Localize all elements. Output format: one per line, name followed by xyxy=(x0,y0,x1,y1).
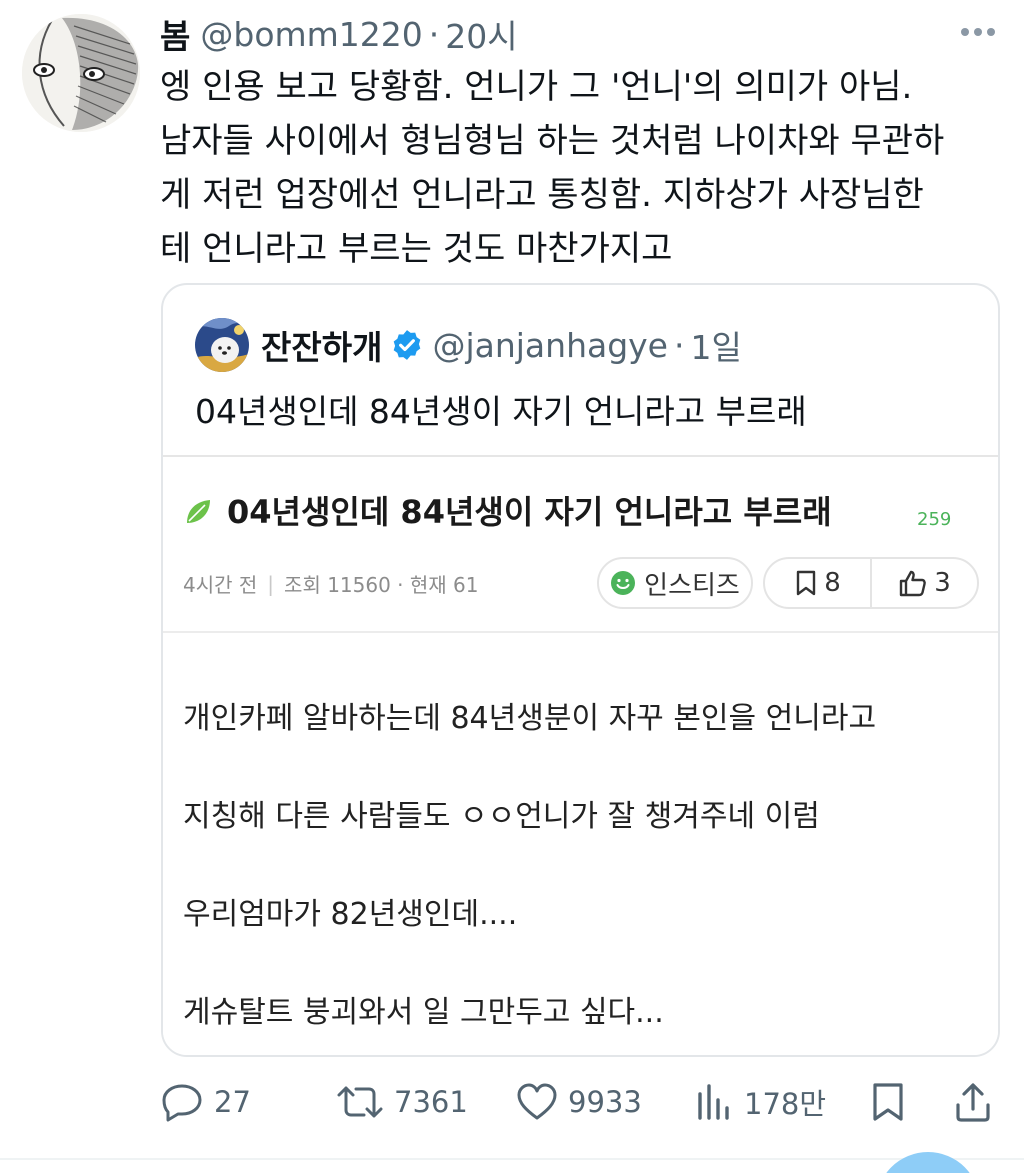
quote-header-separator: · xyxy=(673,325,685,365)
quote-avatar[interactable] xyxy=(195,318,249,372)
retweet-icon xyxy=(337,1086,383,1118)
post-body-line: 우리엄마가 82년생인데.... xyxy=(183,897,518,932)
tweet-action-bar: 27 7361 9933 178만 xyxy=(160,1080,1010,1124)
post-body-line: 게슈탈트 붕괴와서 일 그만두고 싶다... xyxy=(183,995,664,1030)
tweet-text-line: 남자들 사이에서 형님형님 하는 것처럼 나이차와 무관하 xyxy=(160,121,945,161)
reply-count: 27 xyxy=(214,1085,251,1119)
tweet-text: 엥 인용 보고 당황함. 언니가 그 '언니'의 의미가 아님. 남자들 사이에… xyxy=(160,60,1010,276)
board-name: 인스티즈 xyxy=(644,570,740,601)
post-views: 조회 11560 · 현재 61 xyxy=(284,573,479,597)
views-count: 178만 xyxy=(744,1087,827,1121)
tweet-text-line: 테 언니라고 부르는 것도 마찬가지고 xyxy=(160,229,673,269)
tweet-time[interactable]: 20시 xyxy=(445,10,517,58)
scrap-count: 8 xyxy=(824,568,841,598)
reply-button[interactable]: 27 xyxy=(160,1080,251,1124)
tweet-text-line: 게 저런 업장에선 언니라고 통칭함. 지하상가 사장님한 xyxy=(160,175,924,215)
bookmark-icon xyxy=(797,570,816,596)
quote-attachment-image[interactable]: 04년생인데 84년생이 자기 언니라고 부르래 259 4시간 전 | 조회 … xyxy=(163,455,998,1055)
like-button[interactable]: 9933 xyxy=(516,1080,642,1124)
post-comment-count: 259 xyxy=(917,509,952,530)
post-title: 04년생인데 84년생이 자기 언니라고 부르래 xyxy=(227,493,832,531)
board-badge: 인스티즈 xyxy=(597,557,753,609)
thumbs-up-icon xyxy=(900,570,927,597)
retweet-button[interactable]: 7361 xyxy=(336,1080,468,1124)
scrap-count-pill: 8 xyxy=(765,559,870,607)
bookmark-icon xyxy=(873,1083,903,1121)
leaf-icon xyxy=(183,497,213,531)
quote-tweet-card[interactable]: 잔잔하개 @janjanhagye · 1일 04년생인데 84년생이 자기 언… xyxy=(161,283,1000,1057)
views-icon xyxy=(698,1084,729,1120)
quote-header: 잔잔하개 @janjanhagye · 1일 xyxy=(195,317,742,373)
divider xyxy=(0,1158,1024,1160)
post-time: 4시간 전 xyxy=(183,573,258,597)
post-body-line: 개인카페 알바하는데 84년생분이 자꾸 본인을 언니라고 xyxy=(183,701,877,736)
more-icon[interactable] xyxy=(956,14,1000,50)
author-name[interactable]: 봄 xyxy=(160,10,190,58)
like-count: 3 xyxy=(934,568,951,598)
author-avatar[interactable] xyxy=(22,14,140,132)
quote-author-name[interactable]: 잔잔하개 xyxy=(261,321,382,369)
like-count-pill: 3 xyxy=(872,559,977,607)
quote-text: 04년생인데 84년생이 자기 언니라고 부르래 xyxy=(195,392,807,431)
views-button[interactable]: 178만 xyxy=(694,1080,826,1124)
retweet-count: 7361 xyxy=(394,1085,468,1119)
post-reaction-pill: 8 3 xyxy=(763,557,979,609)
reply-icon xyxy=(162,1084,202,1122)
smile-icon xyxy=(610,570,636,596)
like-count: 9933 xyxy=(568,1085,642,1119)
quote-author-handle[interactable]: @janjanhagye xyxy=(432,326,668,365)
like-icon xyxy=(517,1083,557,1120)
compose-fab[interactable] xyxy=(876,1152,980,1173)
post-body: 개인카페 알바하는데 84년생분이 자꾸 본인을 언니라고 지칭해 다른 사람들… xyxy=(183,693,877,1055)
author-handle[interactable]: @bomm1220 xyxy=(200,15,422,54)
verified-icon xyxy=(390,328,424,362)
post-header: 04년생인데 84년생이 자기 언니라고 부르래 259 4시간 전 | 조회 … xyxy=(163,457,998,633)
meta-separator: | xyxy=(267,571,275,596)
tweet-text-line: 엥 인용 보고 당황함. 언니가 그 '언니'의 의미가 아님. xyxy=(160,67,913,107)
header-separator: · xyxy=(428,14,440,54)
bookmark-button[interactable] xyxy=(870,1080,916,1124)
share-button[interactable] xyxy=(954,1080,1002,1124)
share-icon xyxy=(956,1083,990,1122)
tweet-header: 봄 @bomm1220 · 20시 xyxy=(160,10,518,58)
post-meta: 4시간 전 | 조회 11560 · 현재 61 xyxy=(183,569,479,598)
post-body-line: 지칭해 다른 사람들도 ㅇㅇ언니가 잘 챙겨주네 이럼 xyxy=(183,799,820,834)
quote-time[interactable]: 1일 xyxy=(690,321,741,369)
